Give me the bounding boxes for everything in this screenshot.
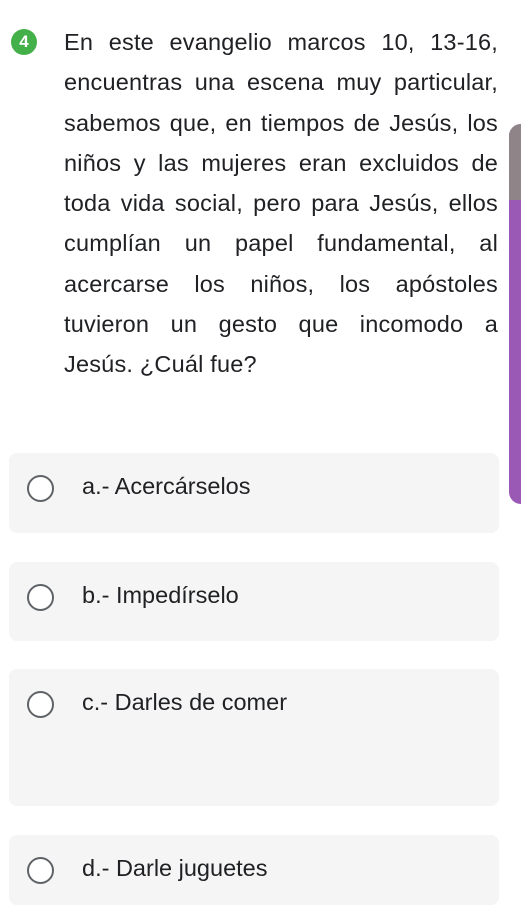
answer-option-c[interactable]: c.- Darles de comer xyxy=(9,669,499,806)
answer-option-label: b.- Impedírselo xyxy=(82,582,239,608)
scrollbar[interactable] xyxy=(509,124,521,504)
scrollbar-thumb-top[interactable] xyxy=(509,124,521,200)
question-text: En este evangelio marcos 10, 13-16, encu… xyxy=(64,29,498,378)
answer-option-label: d.- Darle juguetes xyxy=(82,855,268,881)
answer-option-b[interactable]: b.- Impedírselo xyxy=(9,562,499,641)
radio-button-icon[interactable] xyxy=(27,475,54,502)
question-number-badge: 4 xyxy=(11,29,37,55)
radio-button-icon[interactable] xyxy=(27,584,54,611)
answer-option-d[interactable]: d.- Darle juguetes xyxy=(9,835,499,905)
answer-option-label: c.- Darles de comer xyxy=(82,689,288,715)
answer-option-a[interactable]: a.- Acercárselos xyxy=(9,453,499,533)
answer-option-label: a.- Acercárselos xyxy=(82,473,251,499)
radio-button-icon[interactable] xyxy=(27,857,54,884)
radio-button-icon[interactable] xyxy=(27,691,54,718)
